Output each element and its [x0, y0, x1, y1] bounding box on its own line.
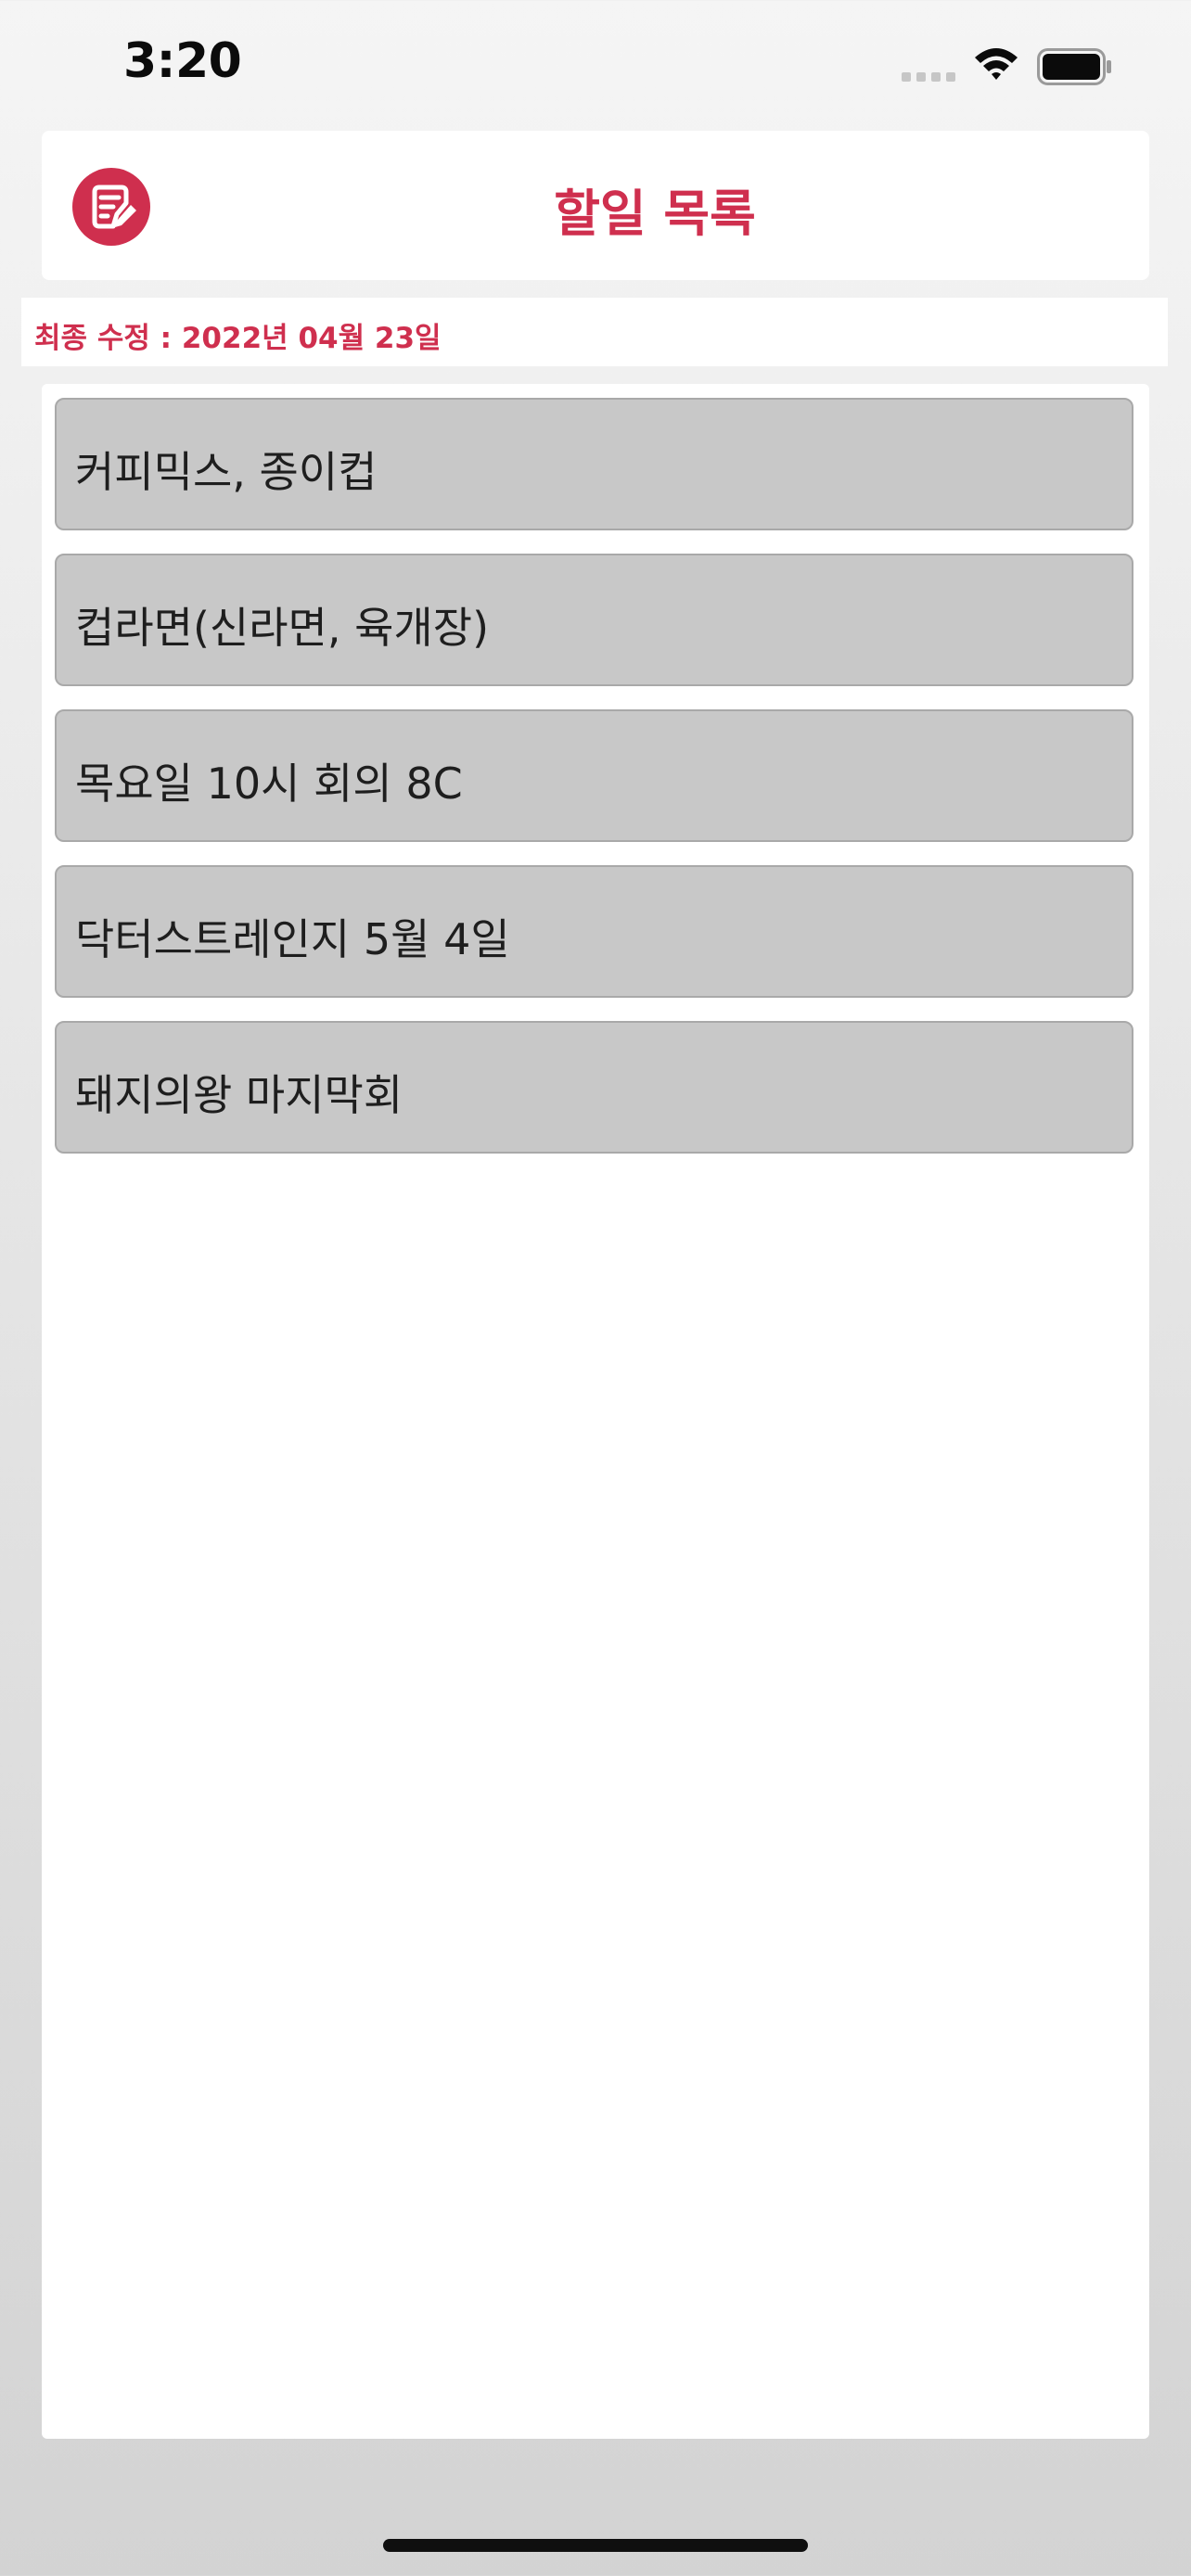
- todo-list[interactable]: 커피믹스, 종이컵 컵라면(신라면, 육개장) 목요일 10시 회의 8C 닥터…: [42, 384, 1149, 2439]
- todo-item-label: 컵라면(신라면, 육개장): [75, 603, 490, 653]
- todo-item-label: 커피믹스, 종이컵: [75, 447, 378, 497]
- cellular-signal-icon: [902, 72, 957, 82]
- battery-full-icon: [1037, 48, 1111, 85]
- todo-item-label: 닥터스트레인지 5월 4일: [75, 914, 510, 964]
- todo-item[interactable]: 커피믹스, 종이컵: [55, 398, 1133, 530]
- todo-item[interactable]: 목요일 10시 회의 8C: [55, 709, 1133, 842]
- last-modified-bar: 최종 수정 : 2022년 04월 23일: [21, 298, 1168, 366]
- page-title: 할일 목록: [554, 185, 756, 243]
- todo-item[interactable]: 돼지의왕 마지막회: [55, 1021, 1133, 1154]
- todo-item-label: 목요일 10시 회의 8C: [75, 759, 463, 809]
- todo-item-label: 돼지의왕 마지막회: [75, 1070, 403, 1120]
- status-time: 3:20: [123, 33, 242, 89]
- wifi-icon: [975, 48, 1018, 80]
- edit-note-icon[interactable]: [72, 168, 150, 246]
- todo-item[interactable]: 닥터스트레인지 5월 4일: [55, 865, 1133, 998]
- todo-item[interactable]: 컵라면(신라면, 육개장): [55, 554, 1133, 686]
- last-modified-text: 최종 수정 : 2022년 04월 23일: [34, 322, 442, 355]
- home-indicator[interactable]: [383, 2539, 808, 2552]
